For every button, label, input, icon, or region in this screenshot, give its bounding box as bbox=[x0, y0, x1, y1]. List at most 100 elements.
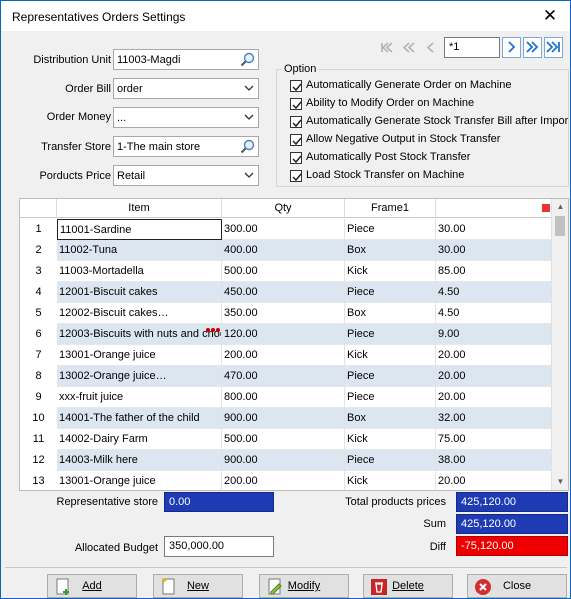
first-record-icon[interactable] bbox=[378, 37, 397, 58]
table-row[interactable]: 4 12001-Biscuit cakes 450.00 Piece 4.50 bbox=[20, 282, 552, 303]
cell-qty[interactable]: 450.00 bbox=[222, 282, 345, 303]
cell-frame[interactable]: Kick bbox=[345, 429, 436, 450]
table-row[interactable]: 13 13001-Orange juice 200.00 Kick 20.00 bbox=[20, 471, 552, 490]
checkbox[interactable] bbox=[290, 98, 302, 110]
cell-price[interactable]: 4.50 bbox=[436, 282, 552, 303]
scroll-down-icon[interactable]: ▼ bbox=[552, 474, 568, 490]
cell-qty[interactable]: 500.00 bbox=[222, 429, 345, 450]
cell-item[interactable]: 12003-Biscuits with nuts and choco bbox=[57, 324, 222, 345]
cell-frame[interactable]: Piece bbox=[345, 219, 436, 240]
next-record-icon[interactable] bbox=[502, 37, 521, 58]
previous-page-icon[interactable] bbox=[399, 37, 418, 58]
table-row[interactable]: 1 11001-Sardine 300.00 Piece 30.00 bbox=[20, 219, 552, 240]
cell-price[interactable]: 20.00 bbox=[436, 345, 552, 366]
cell-item[interactable]: 14002-Dairy Farm bbox=[57, 429, 222, 450]
order-money-select[interactable]: ... bbox=[113, 107, 259, 128]
cell-qty[interactable]: 800.00 bbox=[222, 387, 345, 408]
cell-price[interactable]: 30.00 bbox=[436, 219, 552, 240]
cell-frame[interactable]: Kick bbox=[345, 261, 436, 282]
order-bill-select[interactable]: order bbox=[113, 78, 259, 99]
delete-button[interactable]: Delete bbox=[363, 574, 453, 598]
checkbox[interactable] bbox=[290, 80, 302, 92]
cell-price[interactable]: 9.00 bbox=[436, 324, 552, 345]
cell-item[interactable]: xxx-fruit juice bbox=[57, 387, 222, 408]
cell-item[interactable]: 11003-Mortadella bbox=[57, 261, 222, 282]
table-row[interactable]: 9 xxx-fruit juice 800.00 Piece 20.00 bbox=[20, 387, 552, 408]
cell-frame[interactable]: Box bbox=[345, 408, 436, 429]
cell-qty[interactable]: 200.00 bbox=[222, 471, 345, 490]
table-row[interactable]: 5 12002-Biscuit cakes… 350.00 Box 4.50 bbox=[20, 303, 552, 324]
items-grid[interactable]: Item Qty Frame1 1 11001-Sardine 300.00 Piec… bbox=[19, 198, 569, 491]
cell-qty[interactable]: 900.00 bbox=[222, 408, 345, 429]
close-button[interactable]: Close bbox=[467, 574, 567, 598]
column-header-item[interactable]: Item bbox=[57, 199, 222, 218]
cell-qty[interactable]: 200.00 bbox=[222, 345, 345, 366]
new-button[interactable]: New bbox=[153, 574, 243, 598]
transfer-store-field[interactable]: 1-The main store bbox=[113, 136, 259, 157]
table-row[interactable]: 6 12003-Biscuits with nuts and choco 120.0… bbox=[20, 324, 552, 345]
table-row[interactable]: 2 11002-Tuna 400.00 Box 30.00 bbox=[20, 240, 552, 261]
more-dots-icon[interactable] bbox=[205, 327, 221, 333]
add-button[interactable]: Add bbox=[47, 574, 137, 598]
cell-qty[interactable]: 300.00 bbox=[222, 219, 345, 240]
option-checkbox-row[interactable]: Ability to Modify Order on Machine bbox=[290, 96, 568, 112]
products-price-select[interactable]: Retail bbox=[113, 165, 259, 186]
distribution-unit-field[interactable]: 11003-Magdi bbox=[113, 49, 259, 70]
checkbox[interactable] bbox=[290, 170, 302, 182]
allocated-budget-input[interactable]: 350,000.00 bbox=[164, 536, 274, 557]
cell-qty[interactable]: 400.00 bbox=[222, 240, 345, 261]
cell-frame[interactable]: Piece bbox=[345, 387, 436, 408]
last-record-icon[interactable] bbox=[544, 37, 563, 58]
cell-price[interactable]: 4.50 bbox=[436, 303, 552, 324]
cell-price[interactable]: 20.00 bbox=[436, 366, 552, 387]
cell-frame[interactable]: Piece bbox=[345, 282, 436, 303]
cell-price[interactable]: 30.00 bbox=[436, 240, 552, 261]
grid-vertical-scrollbar[interactable]: ▲ ▼ bbox=[551, 199, 568, 490]
cell-frame[interactable]: Box bbox=[345, 303, 436, 324]
column-header-qty[interactable]: Qty bbox=[222, 199, 345, 218]
option-checkbox-row[interactable]: Automatically Generate Order on Machine bbox=[290, 78, 568, 94]
option-checkbox-row[interactable]: Load Stock Transfer on Machine bbox=[290, 168, 568, 184]
cell-price[interactable]: 75.00 bbox=[436, 429, 552, 450]
table-row[interactable]: 3 11003-Mortadella 500.00 Kick 85.00 bbox=[20, 261, 552, 282]
next-page-icon[interactable] bbox=[523, 37, 542, 58]
cell-item[interactable]: 12001-Biscuit cakes bbox=[57, 282, 222, 303]
record-number-input[interactable]: *1 bbox=[444, 37, 500, 58]
table-row[interactable]: 11 14002-Dairy Farm 500.00 Kick 75.00 bbox=[20, 429, 552, 450]
table-row[interactable]: 8 13002-Orange juice… 470.00 Piece 20.00 bbox=[20, 366, 552, 387]
checkbox[interactable] bbox=[290, 152, 302, 164]
scrollbar-thumb[interactable] bbox=[555, 216, 565, 236]
scroll-up-icon[interactable]: ▲ bbox=[552, 199, 568, 215]
cell-frame[interactable]: Piece bbox=[345, 324, 436, 345]
cell-qty[interactable]: 120.00 bbox=[222, 324, 345, 345]
cell-item[interactable]: 13001-Orange juice bbox=[57, 471, 222, 490]
cell-qty[interactable]: 500.00 bbox=[222, 261, 345, 282]
cell-price[interactable]: 38.00 bbox=[436, 450, 552, 471]
option-checkbox-row[interactable]: Automatically Generate Stock Transfer Bi… bbox=[290, 114, 568, 130]
cell-item[interactable]: 11002-Tuna bbox=[57, 240, 222, 261]
cell-frame[interactable]: Box bbox=[345, 240, 436, 261]
column-header-price[interactable] bbox=[436, 199, 552, 218]
checkbox[interactable] bbox=[290, 134, 302, 146]
cell-frame[interactable]: Piece bbox=[345, 450, 436, 471]
cell-price[interactable]: 20.00 bbox=[436, 471, 552, 490]
cell-qty[interactable]: 900.00 bbox=[222, 450, 345, 471]
cell-qty[interactable]: 350.00 bbox=[222, 303, 345, 324]
cell-item[interactable]: 14001-The father of the child bbox=[57, 408, 222, 429]
table-row[interactable]: 12 14003-Milk here 900.00 Piece 38.00 bbox=[20, 450, 552, 471]
cell-frame[interactable]: Piece bbox=[345, 366, 436, 387]
table-row[interactable]: 10 14001-The father of the child 900.00 Box… bbox=[20, 408, 552, 429]
cell-frame[interactable]: Kick bbox=[345, 471, 436, 490]
cell-item[interactable]: 14003-Milk here bbox=[57, 450, 222, 471]
option-checkbox-row[interactable]: Allow Negative Output in Stock Transfer bbox=[290, 132, 568, 148]
previous-record-icon[interactable] bbox=[421, 37, 440, 58]
cell-frame[interactable]: Kick bbox=[345, 345, 436, 366]
cell-price[interactable]: 20.00 bbox=[436, 387, 552, 408]
cell-item[interactable]: 13001-Orange juice bbox=[57, 345, 222, 366]
cell-item[interactable]: 11001-Sardine bbox=[57, 219, 222, 240]
cell-item[interactable]: 12002-Biscuit cakes… bbox=[57, 303, 222, 324]
cell-price[interactable]: 32.00 bbox=[436, 408, 552, 429]
close-window-icon[interactable]: ✕ bbox=[540, 6, 560, 26]
cell-item[interactable]: 13002-Orange juice… bbox=[57, 366, 222, 387]
option-checkbox-row[interactable]: Automatically Post Stock Transfer bbox=[290, 150, 568, 166]
